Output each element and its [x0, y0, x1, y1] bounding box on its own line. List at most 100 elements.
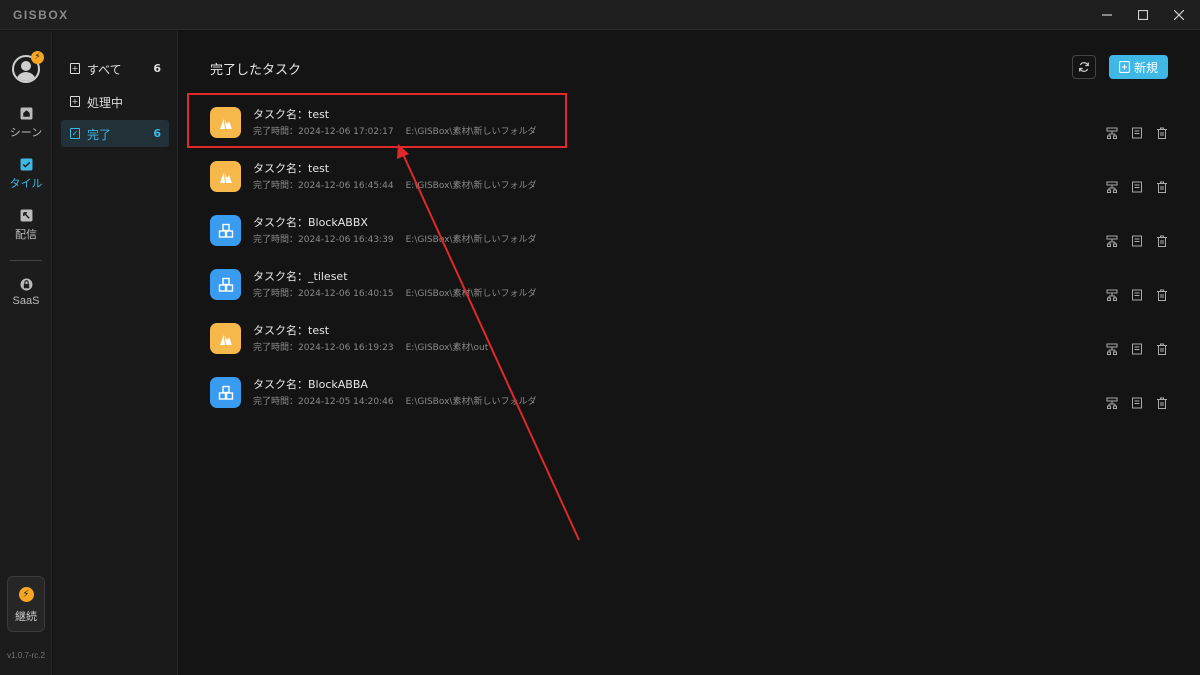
app-logo: GISBOX: [13, 8, 69, 22]
new-file-icon: [1119, 61, 1130, 73]
document-icon[interactable]: [1131, 181, 1143, 193]
rail-item-label: タイル: [9, 178, 43, 190]
task-name: タスク名：BlockABBX: [253, 216, 368, 229]
block-cubes-icon: [218, 277, 233, 292]
tileset-orange-icon: [219, 117, 232, 129]
structure-icon[interactable]: [1106, 127, 1118, 139]
tileset-orange-icon: [219, 333, 232, 345]
task-meta: 完了時間：2024-12-06 16:43:39 E:\GISBox\素材\新しい…: [253, 232, 536, 245]
delete-icon[interactable]: [1156, 343, 1168, 355]
file-processing-icon: +: [70, 96, 80, 107]
task-type-icon: [210, 107, 241, 138]
task-row[interactable]: タスク名：test 完了時間：2024-12-06 16:19:23 E:\GISB…: [179, 315, 1200, 369]
document-icon[interactable]: [1131, 235, 1143, 247]
sidebar-item-all[interactable]: + すべて 6: [61, 55, 169, 82]
sidebar-item-processing[interactable]: + 処理中: [61, 88, 169, 115]
lightning-icon: ⚡: [18, 587, 34, 602]
task-row[interactable]: タスク名：test 完了時間：2024-12-06 17:02:17 E:\GISB…: [179, 99, 1200, 153]
task-type-icon: [210, 161, 241, 192]
task-row[interactable]: タスク名：_tileset 完了時間：2024-12-06 16:40:15 E:\…: [179, 261, 1200, 315]
rail-divider: [10, 260, 42, 261]
task-actions: [1106, 235, 1168, 247]
task-actions: [1106, 127, 1168, 139]
task-output-path: E:\GISBox\素材\新しいフォルダ: [405, 181, 537, 191]
document-icon[interactable]: [1131, 343, 1143, 355]
task-meta: 完了時間：2024-12-06 16:40:15 E:\GISBox\素材\新しい…: [253, 286, 536, 299]
nav-rail: ⚡ シーン タイル 配信 SaaS ⚡ 継続 v1.0.7-rc.2: [0, 31, 52, 675]
sidebar-item-label: 処理中: [87, 96, 124, 110]
delete-icon[interactable]: [1156, 181, 1168, 193]
rail-item-label: SaaS: [12, 295, 40, 307]
delete-icon[interactable]: [1156, 397, 1168, 409]
task-meta: 完了時間：2024-12-06 16:19:23 E:\GISBox\素材\out: [253, 340, 488, 353]
file-check-icon: ✓: [70, 128, 80, 139]
tileset-orange-icon: [219, 171, 232, 183]
task-type-icon: [210, 323, 241, 354]
task-filter-sidebar: + すべて 6 + 処理中 ✓ 完了 6: [53, 31, 178, 675]
task-row[interactable]: タスク名：BlockABBA 完了時間：2024-12-05 14:20:46 E:…: [179, 369, 1200, 423]
task-completed-time: 完了時間：2024-12-06 16:45:44: [253, 181, 394, 191]
delete-icon[interactable]: [1156, 289, 1168, 301]
task-actions: [1106, 289, 1168, 301]
task-row[interactable]: タスク名：BlockABBX 完了時間：2024-12-06 16:43:39 E:…: [179, 207, 1200, 261]
task-output-path: E:\GISBox\素材\新しいフォルダ: [405, 127, 537, 137]
close-icon: [1174, 10, 1184, 20]
task-name: タスク名：test: [253, 324, 330, 337]
task-type-icon: [210, 377, 241, 408]
refresh-icon: [1079, 62, 1089, 72]
task-completed-time: 完了時間：2024-12-06 16:43:39: [253, 235, 394, 245]
task-name: タスク名：test: [253, 108, 330, 121]
maximize-button[interactable]: [1134, 6, 1152, 24]
title-bar: GISBOX: [0, 0, 1200, 30]
delete-icon[interactable]: [1156, 235, 1168, 247]
sidebar-item-count: 6: [153, 62, 161, 75]
task-completed-time: 完了時間：2024-12-06 17:02:17: [253, 127, 394, 137]
minimize-button[interactable]: [1098, 6, 1116, 24]
file-add-icon: +: [70, 63, 80, 74]
saas-lock-icon: [20, 278, 32, 291]
task-meta: 完了時間：2024-12-06 16:45:44 E:\GISBox\素材\新しい…: [253, 178, 536, 191]
structure-icon[interactable]: [1106, 397, 1118, 409]
structure-icon[interactable]: [1106, 343, 1118, 355]
task-completed-time: 完了時間：2024-12-06 16:40:15: [253, 289, 394, 299]
rail-item-publish[interactable]: 配信: [0, 209, 52, 242]
refresh-button[interactable]: [1072, 55, 1096, 79]
task-output-path: E:\GISBox\素材\新しいフォルダ: [405, 289, 537, 299]
task-row[interactable]: タスク名：test 完了時間：2024-12-06 16:45:44 E:\GISB…: [179, 153, 1200, 207]
new-task-button[interactable]: 新規: [1109, 55, 1168, 79]
minimize-icon: [1102, 14, 1112, 16]
close-button[interactable]: [1170, 6, 1188, 24]
task-name: タスク名：BlockABBA: [253, 378, 368, 391]
publish-icon: [20, 209, 32, 222]
document-icon[interactable]: [1131, 289, 1143, 301]
task-output-path: E:\GISBox\素材\out: [405, 343, 489, 353]
tile-icon: [20, 158, 32, 171]
rail-item-saas[interactable]: SaaS: [0, 278, 52, 307]
sidebar-item-label: 完了: [87, 128, 112, 142]
new-button-label: 新規: [1133, 60, 1158, 75]
continue-button[interactable]: ⚡ 継続: [7, 576, 45, 632]
rail-item-scene[interactable]: シーン: [0, 107, 52, 140]
structure-icon[interactable]: [1106, 235, 1118, 247]
task-name: タスク名：test: [253, 162, 330, 175]
structure-icon[interactable]: [1106, 289, 1118, 301]
document-icon[interactable]: [1131, 397, 1143, 409]
sidebar-item-completed[interactable]: ✓ 完了 6: [61, 120, 169, 147]
scene-icon: [20, 107, 32, 120]
document-icon[interactable]: [1131, 127, 1143, 139]
task-meta: 完了時間：2024-12-06 17:02:17 E:\GISBox\素材\新しい…: [253, 124, 536, 137]
main-panel: 完了したタスク 新規 タスク名：test 完了時間：2024-12-06 17:0…: [179, 31, 1200, 675]
version-label: v1.0.7-rc.2: [7, 651, 45, 660]
page-title: 完了したタスク: [210, 63, 302, 78]
rail-item-tile[interactable]: タイル: [0, 158, 52, 191]
rail-item-label: シーン: [9, 127, 43, 139]
delete-icon[interactable]: [1156, 127, 1168, 139]
sidebar-item-label: すべて: [87, 63, 122, 77]
lightning-badge-icon: ⚡: [31, 51, 44, 64]
structure-icon[interactable]: [1106, 181, 1118, 193]
task-name: タスク名：_tileset: [253, 270, 348, 283]
rail-item-label: 配信: [15, 229, 37, 241]
sidebar-item-count: 6: [153, 127, 161, 140]
task-type-icon: [210, 269, 241, 300]
task-completed-time: 完了時間：2024-12-06 16:19:23: [253, 343, 394, 353]
